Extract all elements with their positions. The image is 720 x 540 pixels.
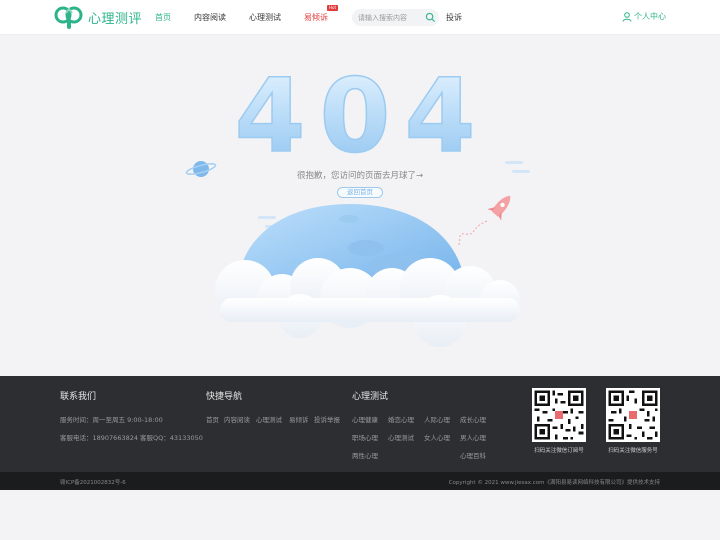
test-link[interactable]: 心理测试 <box>388 432 414 442</box>
rocket-icon <box>487 195 511 221</box>
error-message: 很抱歉，您访问的页面去月球了→ <box>296 171 424 181</box>
footer-link-reading[interactable]: 内容阅读 <box>224 414 250 424</box>
rocket-trail <box>457 220 488 247</box>
user-icon <box>622 11 632 22</box>
quick-nav-title: 快捷导航 <box>206 392 243 402</box>
service-hours: 服务时间：周一至周五 9:00-18:00 <box>60 416 163 424</box>
icp-number[interactable]: 赣ICP备2021002832号-6 <box>60 478 126 486</box>
test-link[interactable]: 女人心理 <box>424 432 450 442</box>
search-input[interactable] <box>358 12 424 23</box>
test-link[interactable]: 男人心理 <box>460 432 486 442</box>
user-center-label: 个人中心 <box>634 12 666 21</box>
test-link[interactable]: 人际心理 <box>424 414 450 424</box>
top-header: 心理测评 首页 内容阅读 心理测试 易倾诉 Hot 投诉 个人中心 <box>0 0 720 35</box>
qr-code-service <box>606 388 660 442</box>
site-logo[interactable]: 心理测评 <box>54 4 142 30</box>
nav-complaint[interactable]: 投诉 <box>446 12 462 23</box>
search-box <box>352 9 439 26</box>
test-link[interactable]: 心理健康 <box>352 414 378 424</box>
qr-label-subscription: 扫码关注微信订阅号 <box>534 448 584 454</box>
nav-home[interactable]: 首页 <box>155 12 171 23</box>
planet-icon <box>185 161 217 177</box>
qr-code-icon <box>606 388 660 442</box>
test-link[interactable]: 成长心理 <box>460 414 486 424</box>
nav-reading[interactable]: 内容阅读 <box>194 12 226 23</box>
service-phone: 客服电话：18907663824 客服QQ：43133050 <box>60 434 203 442</box>
copyright: Copyright © 2021 www.jiesax.com《满阳县易读网络科… <box>448 480 660 486</box>
footer-link-report[interactable]: 投诉举报 <box>314 414 340 424</box>
error-illustration: 404 <box>185 56 530 347</box>
test-link[interactable]: 婚恋心理 <box>388 414 414 424</box>
test-link[interactable]: 职场心理 <box>352 432 378 442</box>
footer-link-home[interactable]: 首页 <box>206 414 219 424</box>
qr-label-service: 扫码关注微信服务号 <box>608 448 658 454</box>
tests-title: 心理测试 <box>352 392 389 402</box>
qr-code-icon <box>532 388 586 442</box>
contact-title: 联系我们 <box>60 392 97 402</box>
logo-icon <box>54 6 83 29</box>
back-home-button[interactable]: 返回首页 <box>337 187 383 198</box>
bottom-bar: 赣ICP备2021002832号-6 Copyright © 2021 www.… <box>0 472 720 490</box>
user-center-link[interactable]: 个人中心 <box>622 11 666 22</box>
nav-confide[interactable]: 易倾诉 <box>304 12 328 23</box>
search-icon[interactable] <box>425 12 436 23</box>
footer-link-test[interactable]: 心理测试 <box>256 414 282 424</box>
logo-text: 心理测评 <box>88 11 143 27</box>
footer-link-confide[interactable]: 易倾诉 <box>289 414 309 424</box>
hot-badge: Hot <box>327 5 338 11</box>
error-code: 404 <box>235 57 490 176</box>
nav-psych-test[interactable]: 心理测试 <box>249 12 281 23</box>
test-link[interactable]: 两性心理 <box>352 450 378 460</box>
test-link[interactable]: 心理百科 <box>460 450 486 460</box>
site-footer: 联系我们 服务时间：周一至周五 9:00-18:00 客服电话：18907663… <box>0 376 720 472</box>
qr-code-subscription <box>532 388 586 442</box>
